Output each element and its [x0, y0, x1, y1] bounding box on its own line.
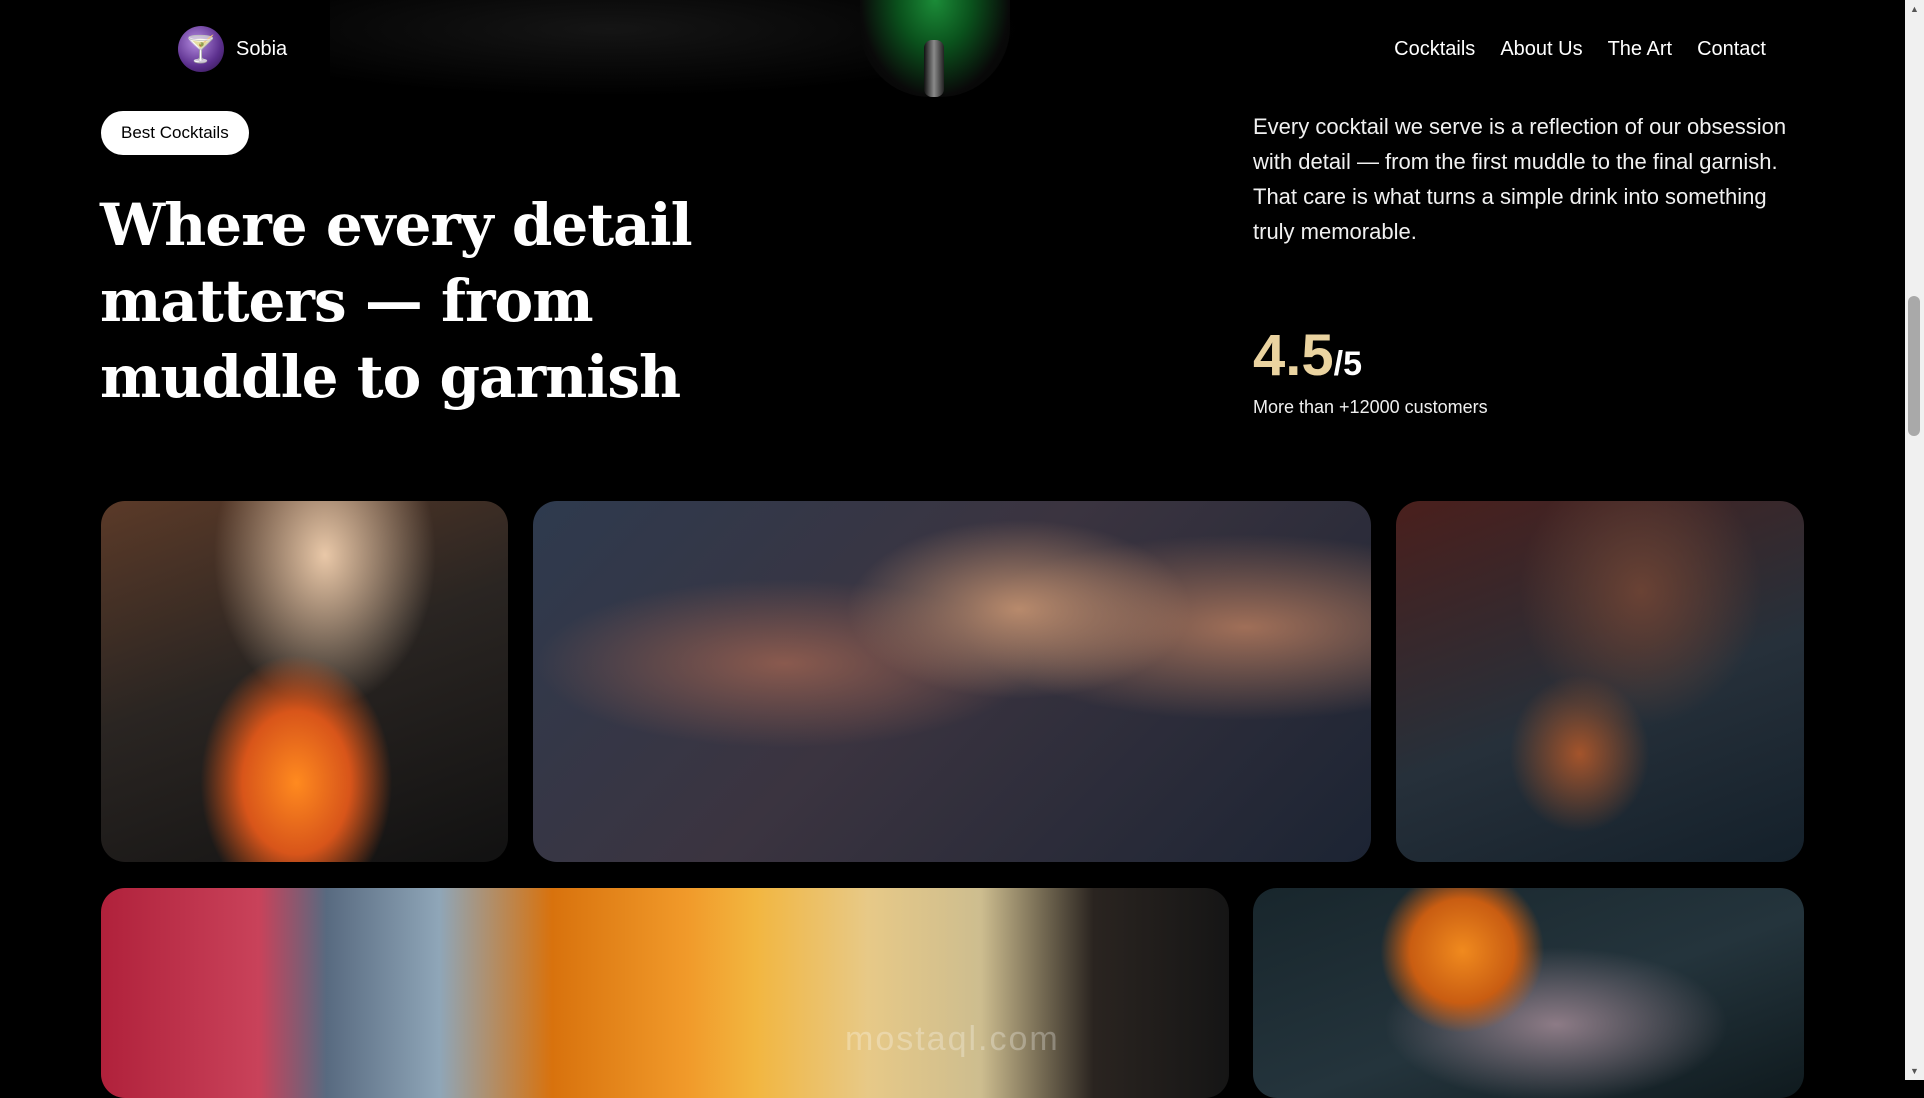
scrollbar-track[interactable] — [1905, 0, 1924, 1080]
rating-value: 4.5 — [1253, 323, 1334, 388]
brand-name[interactable]: Sobia — [236, 38, 287, 61]
best-cocktails-badge[interactable]: Best Cocktails — [101, 111, 249, 155]
rating-caption: More than +12000 customers — [1253, 397, 1488, 417]
nav-item-about-us[interactable]: About Us — [1500, 38, 1582, 61]
watermark: mostaql.com — [845, 1020, 1060, 1058]
brand-logo[interactable]: 🍸 — [178, 26, 224, 72]
scrollbar-thumb[interactable] — [1908, 296, 1920, 436]
main-nav: Cocktails About Us The Art Contact — [1394, 38, 1766, 61]
scroll-down-arrow-icon[interactable]: ▼ — [1905, 1062, 1924, 1080]
top-cocktail-glass-stem — [924, 40, 944, 97]
citrus-cocktail-photo — [1253, 888, 1804, 1098]
rating-scale: /5 — [1333, 345, 1362, 383]
hero-title: Where every detail matters — from muddle… — [100, 191, 693, 411]
scroll-up-arrow-icon[interactable]: ▲ — [1905, 0, 1924, 18]
bartender-garnishing-cocktail-photo — [101, 501, 508, 862]
nav-item-cocktails[interactable]: Cocktails — [1394, 38, 1475, 61]
rating: 4.5 /5 — [1253, 322, 1362, 389]
bartender-straining-martini-photo — [1396, 501, 1804, 862]
nav-item-contact[interactable]: Contact — [1697, 38, 1766, 61]
cocktail-glass-icon: 🍸 — [184, 33, 218, 64]
friends-toasting-photo — [533, 501, 1371, 862]
nav-item-the-art[interactable]: The Art — [1608, 38, 1672, 61]
colorful-cocktail-row-photo — [101, 888, 1229, 1098]
hero-description: Every cocktail we serve is a reflection … — [1253, 114, 1787, 244]
